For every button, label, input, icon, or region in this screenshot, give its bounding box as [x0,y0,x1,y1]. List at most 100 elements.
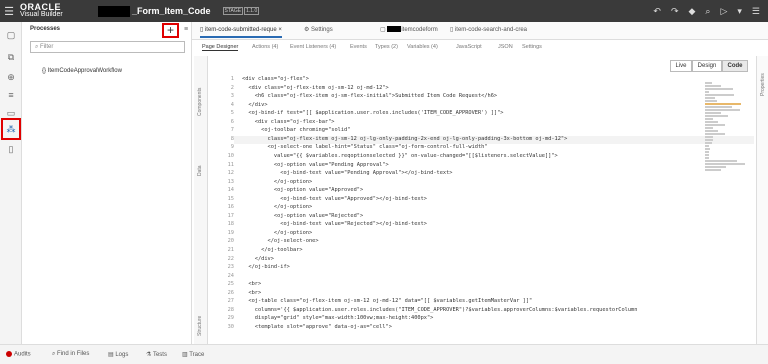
code-line[interactable]: class="oj-flex-item oj-sm-12 oj-lg-only-… [242,136,568,142]
filter-input[interactable]: ⌕ Filter [30,41,185,53]
bottom-bar: Audits ⌕ Find in Files ▤ Logs ⚗ Tests ▥ … [0,344,768,364]
tab-item-code-submitted[interactable]: ▯ item-code-submitted-reque × [200,25,282,38]
left-side-strip: Components Data Structure [194,56,208,344]
code-line[interactable]: columns='{{ $application.user.roles.incl… [242,307,638,313]
source-icon[interactable]: ▯ [0,144,22,155]
footer-trace[interactable]: ▥ Trace [182,351,204,358]
code-line[interactable]: <oj-bind-text value="Rejected"></oj-bind… [242,221,427,227]
code-line[interactable]: <oj-option value="Pending Approval"> [242,162,389,168]
undo-icon[interactable]: ↶ [653,6,661,17]
diamond-icon[interactable]: ◆ [689,6,696,17]
minimap-line [705,88,733,90]
code-line[interactable]: <oj-bind-text value="Approved"></oj-bind… [242,196,427,202]
code-line[interactable]: </oj-select-one> [242,238,319,244]
code-line[interactable]: <oj-option value="Approved"> [242,187,363,193]
tab-item-code-search[interactable]: ▯ item-code-search-and-crea [450,25,527,38]
properties-label[interactable]: Properties [760,73,766,96]
code-line[interactable]: <oj-bind-text value="Pending Approval"><… [242,170,452,176]
code-line[interactable]: </oj-option> [242,204,312,210]
subtab-json[interactable]: JSON [498,44,513,50]
subtab-page-designer[interactable]: Page Designer [202,44,239,51]
business-objects-icon[interactable]: ≡ [0,90,22,100]
code-view-button[interactable]: Code [722,60,748,72]
code-minimap[interactable] [705,76,750,236]
mobile-apps-icon[interactable]: ▢ [0,30,22,41]
code-line[interactable]: <oj-toolbar chroming="solid" [242,127,350,133]
code-line[interactable]: <oj-select-one label-hint="Status" class… [242,144,488,150]
line-number: 18 [227,221,234,228]
live-view-button[interactable]: Live [670,60,692,72]
footer-label: Trace [189,352,205,358]
project-name[interactable]: _Form_Item_Code [132,6,211,16]
components-label[interactable]: Components [197,88,203,116]
footer-logs[interactable]: ▤ Logs [108,351,128,358]
minimap-line [705,130,719,132]
subtab-event-listeners[interactable]: Event Listeners (4) [290,44,336,50]
add-process-button[interactable]: + [162,23,179,38]
minimap-line [705,121,719,123]
footer-tests[interactable]: ⚗ Tests [146,351,167,358]
code-line[interactable]: </oj-option> [242,230,312,236]
more-icon[interactable]: ▾ [737,6,742,17]
structure-label[interactable]: Structure [197,316,203,336]
subtab-actions[interactable]: Actions (4) [252,44,278,50]
tree-item-workflow[interactable]: {} ItemCodeApprovalWorkflow [42,68,122,74]
code-line[interactable]: </oj-option> [242,179,312,185]
code-line[interactable]: </div> [242,102,267,108]
code-line[interactable]: </div> [242,256,274,262]
redo-icon[interactable]: ↷ [671,6,679,17]
line-number: 29 [227,315,234,322]
subtab-javascript[interactable]: JavaScript [456,44,482,50]
line-number: 26 [227,289,234,296]
search-icon[interactable]: ⌕ [705,6,710,17]
code-line[interactable]: <div class="oj-flex-bar"> [242,119,335,125]
code-editor[interactable]: 1 <div class="oj-flex"> 2 <div class="oj-f… [208,76,756,344]
web-apps-icon[interactable]: ⧉ [0,52,22,63]
line-number: 8 [230,135,234,142]
minimap-line [705,112,722,114]
version-badge: 1.1.0 [244,7,260,15]
minimap-line [705,145,709,147]
footer-find-in-files[interactable]: ⌕ Find in Files [52,351,89,358]
subtab-events[interactable]: Events [350,44,367,50]
code-line[interactable]: <div class="oj-flex-item oj-sm-12 oj-md-… [242,85,388,91]
design-view-button[interactable]: Design [692,60,722,72]
subtab-types[interactable]: Types (2) [375,44,398,50]
line-number: 23 [227,264,234,271]
code-line[interactable]: display="grid" style="max-width:100vw;ma… [242,315,434,321]
line-number: 28 [227,306,234,313]
line-number: 1 [230,76,234,82]
code-line[interactable]: <h6 class="oj-flex-item oj-sm-flex-initi… [242,93,497,99]
code-line[interactable]: value="{{ $variables.reqoptionselected }… [242,153,558,159]
code-line[interactable]: <template slot="approve" data-oj-as="cel… [242,324,392,330]
minimap-line [705,160,737,162]
subtab-variables[interactable]: Variables (4) [407,44,438,50]
code-line[interactable]: </oj-bind-if> [242,264,289,270]
code-line[interactable]: <oj-bind-if test="[[ $application.user.r… [242,110,503,116]
panel-menu-icon[interactable]: ≡ [184,26,188,33]
line-number: 6 [230,118,234,125]
code-line[interactable]: <oj-option value="Rejected"> [242,213,363,219]
footer-audits[interactable]: Audits [6,351,31,358]
processes-panel: Processes + ≡ ⌕ Filter {} ItemCodeApprov… [22,22,192,344]
minimap-line [705,94,734,96]
code-line[interactable]: <br> [242,281,261,287]
line-number: 22 [227,255,234,262]
processes-icon[interactable]: ⁂ [1,118,21,140]
tab-settings[interactable]: ⚙ Settings [304,25,333,38]
code-line[interactable]: <oj-table class="oj-flex-item oj-sm-12 o… [242,298,532,304]
menu-icon[interactable]: ☰ [0,5,18,18]
code-line[interactable]: <br> [242,290,261,296]
line-number: 16 [227,204,234,211]
product-name: Visual Builder [20,11,63,18]
subtab-settings[interactable]: Settings [522,44,542,50]
code-line[interactable]: <div class="oj-flex"> [242,76,309,82]
data-label[interactable]: Data [197,165,203,176]
run-icon[interactable]: ▷ [720,6,727,17]
line-number: 19 [227,229,234,236]
code-line[interactable]: </oj-toolbar> [242,247,302,253]
tab-itemcodeform[interactable]: ▢ itemcodeform [380,25,438,38]
menu-lines-icon[interactable]: ☰ [752,6,760,17]
services-icon[interactable]: ⊕ [0,72,22,83]
line-number: 12 [227,170,234,177]
